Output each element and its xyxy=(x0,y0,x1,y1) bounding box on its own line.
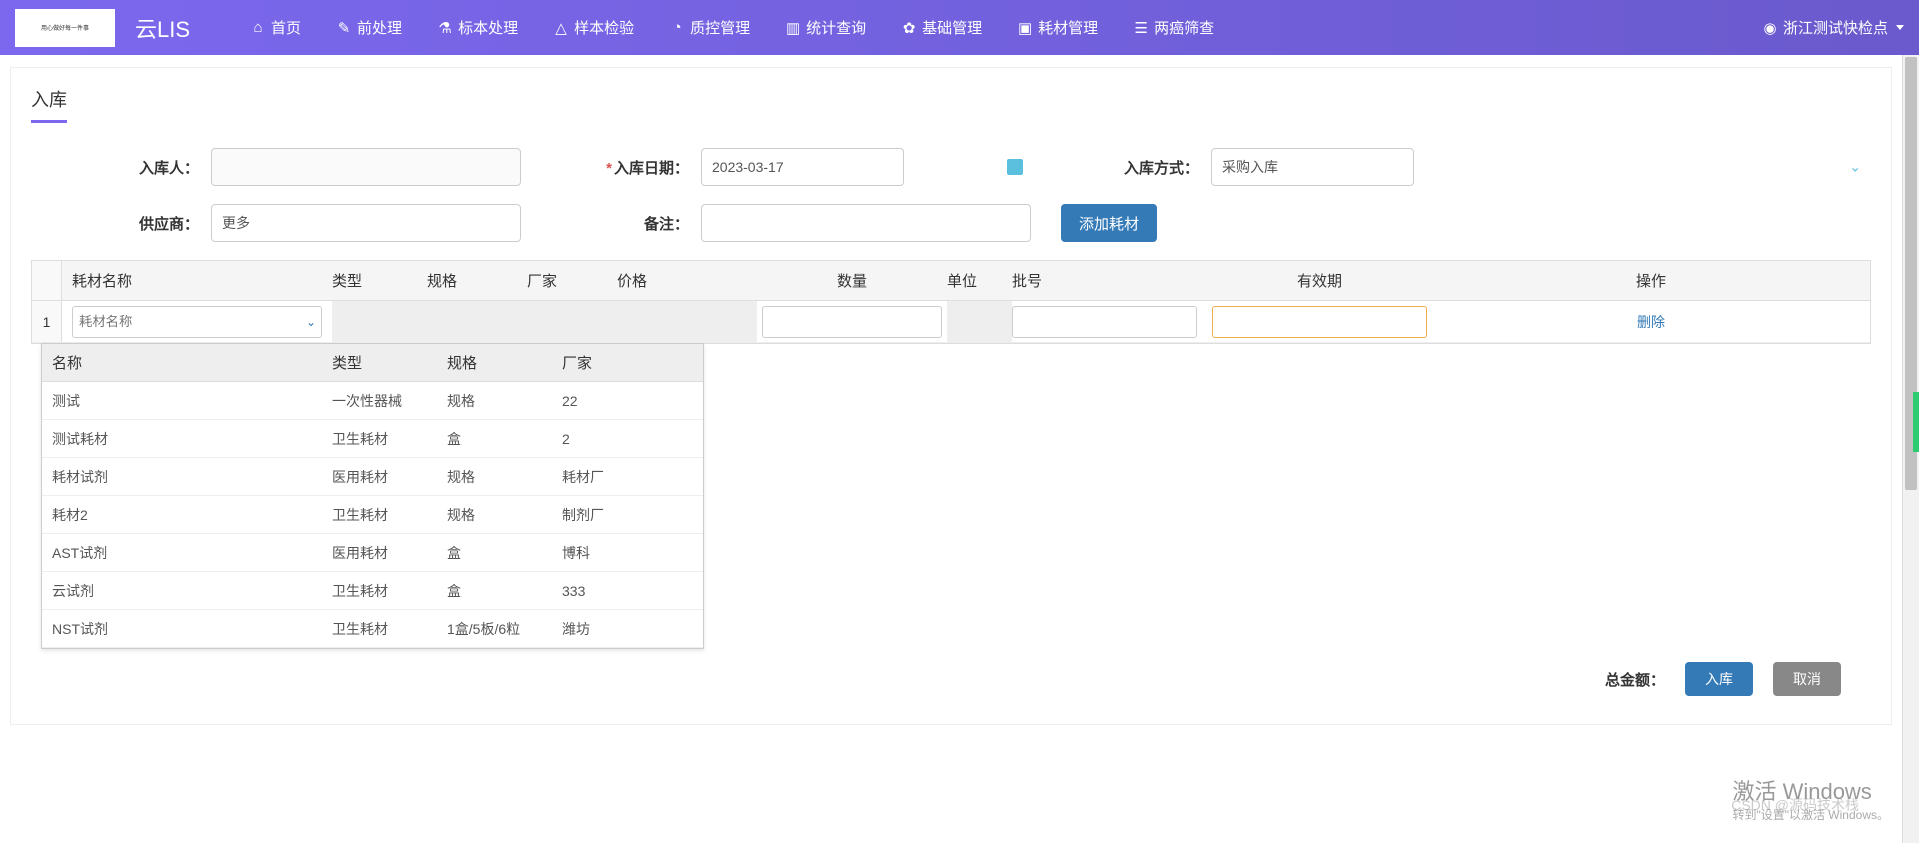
col-name: 耗材名称 xyxy=(62,270,332,291)
nav-label: 前处理 xyxy=(357,17,402,38)
col-batch: 批号 xyxy=(1012,270,1207,291)
delete-link[interactable]: 删除 xyxy=(1637,314,1665,330)
box-icon: ▣ xyxy=(1017,20,1033,36)
nav-label: 耗材管理 xyxy=(1038,17,1098,38)
add-consumable-button[interactable]: 添加耗材 xyxy=(1061,204,1157,242)
dropdown-row[interactable]: 测试耗材卫生耗材盒2 xyxy=(42,420,703,458)
list-icon: ☰ xyxy=(1133,20,1149,36)
cell-vendor xyxy=(527,301,617,342)
cell-spec xyxy=(427,301,527,342)
cancel-button[interactable]: 取消 xyxy=(1773,662,1841,696)
nav-label: 统计查询 xyxy=(806,17,866,38)
dropdown-row[interactable]: 耗材试剂医用耗材规格耗材厂 xyxy=(42,458,703,496)
dropdown-row[interactable]: NST试剂卫生耗材1盒/5板/6粒潍坊 xyxy=(42,610,703,648)
name-dropdown: 名称 类型 规格 厂家 测试一次性器械规格22测试耗材卫生耗材盒2耗材试剂医用耗… xyxy=(41,343,704,649)
col-unit: 单位 xyxy=(947,270,1012,291)
col-spec: 规格 xyxy=(427,270,527,291)
consumables-grid: 耗材名称 类型 规格 厂家 价格 数量 单位 批号 有效期 操作 1 xyxy=(31,260,1871,344)
total-label: 总金额： xyxy=(1605,669,1665,690)
expiry-input[interactable] xyxy=(1212,306,1427,338)
nav-specimen[interactable]: ⚗ 标本处理 xyxy=(437,17,518,38)
flask-icon: ⚗ xyxy=(437,20,453,36)
page-title: 入库 xyxy=(31,86,67,123)
nav-sample-test[interactable]: △ 样本检验 xyxy=(553,17,634,38)
nav-screening[interactable]: ☰ 两癌筛查 xyxy=(1133,17,1214,38)
user-menu[interactable]: ◉ 浙江测试快检点 xyxy=(1762,17,1904,38)
name-combo-input[interactable] xyxy=(72,306,322,338)
nav-label: 标本处理 xyxy=(458,17,518,38)
cell-unit xyxy=(947,301,1012,342)
col-exp: 有效期 xyxy=(1207,270,1432,291)
col-op: 操作 xyxy=(1432,270,1870,291)
calendar-icon[interactable] xyxy=(1007,159,1023,175)
side-accent xyxy=(1913,392,1919,452)
dropdown-row[interactable]: 耗材2卫生耗材规格制剂厂 xyxy=(42,496,703,534)
grid-header-row: 耗材名称 类型 规格 厂家 价格 数量 单位 批号 有效期 操作 xyxy=(32,261,1870,301)
method-select[interactable] xyxy=(1211,148,1414,186)
method-label: 入库方式： xyxy=(1031,157,1211,178)
nav-label: 首页 xyxy=(271,17,301,38)
col-index xyxy=(32,261,62,300)
date-label: *入库日期： xyxy=(521,157,701,178)
grid-row: 1 ⌄ 删除 xyxy=(32,301,1870,343)
save-button[interactable]: 入库 xyxy=(1685,662,1753,696)
nav-consumables[interactable]: ▣ 耗材管理 xyxy=(1017,17,1098,38)
row-index: 1 xyxy=(32,301,62,342)
nav-label: 样本检验 xyxy=(574,17,634,38)
remark-label: 备注： xyxy=(521,213,701,234)
dd-col-spec: 规格 xyxy=(447,352,562,373)
app-name: 云LIS xyxy=(135,12,190,44)
cell-price xyxy=(617,301,757,342)
chart-icon: ▥ xyxy=(785,20,801,36)
cell-type xyxy=(332,301,427,342)
dd-col-type: 类型 xyxy=(332,352,447,373)
top-header: 用心做好每一件事 云LIS ⌂ 首页 ✎ 前处理 ⚗ 标本处理 △ 样本检验 ◔ 质控管理… xyxy=(0,0,1919,55)
nav-label: 质控管理 xyxy=(690,17,750,38)
qty-input[interactable] xyxy=(762,306,942,338)
chevron-down-icon[interactable]: ⌄ xyxy=(306,315,316,329)
dropdown-header: 名称 类型 规格 厂家 xyxy=(42,344,703,382)
nav-stats[interactable]: ▥ 统计查询 xyxy=(785,17,866,38)
footer-bar: 总金额： 入库 取消 xyxy=(31,644,1871,714)
supplier-label: 供应商： xyxy=(31,213,211,234)
gear-icon: ✿ xyxy=(901,20,917,36)
col-type: 类型 xyxy=(332,270,427,291)
nav-qc[interactable]: ◔ 质控管理 xyxy=(669,17,750,38)
col-price: 价格 xyxy=(617,270,757,291)
home-icon: ⌂ xyxy=(250,20,266,36)
dd-col-name: 名称 xyxy=(42,352,332,373)
operator-label: 入库人： xyxy=(31,157,211,178)
dropdown-row[interactable]: AST试剂医用耗材盒博科 xyxy=(42,534,703,572)
chevron-down-icon xyxy=(1896,25,1904,30)
date-input[interactable] xyxy=(701,148,904,186)
dd-col-vendor: 厂家 xyxy=(562,352,703,373)
wrench-icon: ✎ xyxy=(336,20,352,36)
col-qty: 数量 xyxy=(757,270,947,291)
nav-label: 两癌筛查 xyxy=(1154,17,1214,38)
user-name: 浙江测试快检点 xyxy=(1783,17,1888,38)
operator-input[interactable] xyxy=(211,148,521,186)
main-nav: ⌂ 首页 ✎ 前处理 ⚗ 标本处理 △ 样本检验 ◔ 质控管理 ▥ 统计查询 ✿ 基础管理 ▣… xyxy=(250,17,1762,38)
user-icon: ◉ xyxy=(1762,20,1778,36)
remark-input[interactable] xyxy=(701,204,1031,242)
logo: 用心做好每一件事 xyxy=(15,9,115,47)
batch-input[interactable] xyxy=(1012,306,1197,338)
dropdown-row[interactable]: 测试一次性器械规格22 xyxy=(42,382,703,420)
pie-icon: ◔ xyxy=(669,20,685,36)
dropdown-row[interactable]: 云试剂卫生耗材盒333 xyxy=(42,572,703,610)
col-vendor: 厂家 xyxy=(527,270,617,291)
supplier-input[interactable] xyxy=(211,204,521,242)
chevron-down-icon: ⌄ xyxy=(1849,159,1861,176)
beaker-icon: △ xyxy=(553,20,569,36)
nav-home[interactable]: ⌂ 首页 xyxy=(250,17,301,38)
nav-label: 基础管理 xyxy=(922,17,982,38)
nav-preprocess[interactable]: ✎ 前处理 xyxy=(336,17,402,38)
nav-basic[interactable]: ✿ 基础管理 xyxy=(901,17,982,38)
